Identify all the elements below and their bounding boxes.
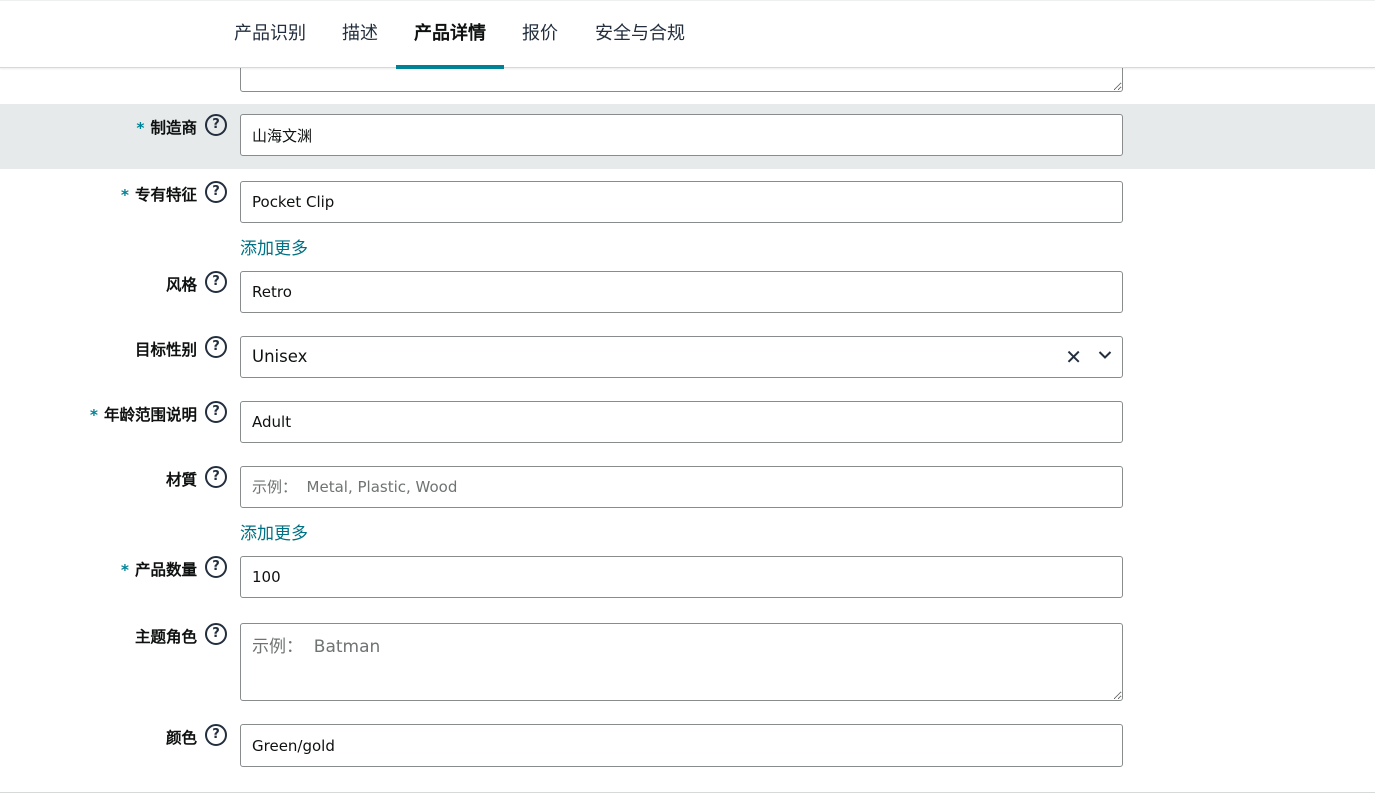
help-icon[interactable]: ? [205,271,227,293]
help-icon[interactable]: ? [205,401,227,423]
help-icon[interactable]: ? [205,623,227,645]
help-icon[interactable]: ? [205,181,227,203]
help-icon[interactable]: ? [205,114,227,136]
age-range-label: * 年龄范围说明 [89,406,197,424]
help-icon[interactable]: ? [205,556,227,578]
tab-product-identity[interactable]: 产品识别 [234,1,306,68]
required-marker: * [120,186,129,204]
theme-character-textarea[interactable] [240,623,1123,701]
target-gender-select[interactable]: Unisex ✕ [240,336,1123,378]
chevron-down-icon[interactable] [1098,350,1112,360]
tab-offer[interactable]: 报价 [522,1,558,68]
target-gender-selected-value: Unisex [252,347,308,366]
help-icon[interactable]: ? [205,724,227,746]
tab-product-details[interactable]: 产品详情 [396,1,504,69]
tab-safety-compliance[interactable]: 安全与合规 [595,1,685,68]
theme-character-label: 主题角色 [134,628,197,646]
tab-description[interactable]: 描述 [342,1,378,68]
material-label: 材質 [165,471,197,489]
item-quantity-label: * 产品数量 [120,561,197,579]
target-gender-label: 目标性别 [134,341,197,359]
help-icon[interactable]: ? [205,336,227,358]
required-marker: * [120,561,129,579]
color-label: 颜色 [165,729,197,747]
manufacturer-input[interactable] [240,114,1123,156]
style-label: 风格 [165,276,197,294]
style-input[interactable] [240,271,1123,313]
required-marker: * [136,119,145,137]
clear-icon[interactable]: ✕ [1065,337,1082,377]
color-input[interactable] [240,724,1123,767]
special-feature-input[interactable] [240,181,1123,223]
required-marker: * [89,406,98,424]
manufacturer-label: * 制造商 [136,119,197,137]
add-more-special-feature-link[interactable]: 添加更多 [240,234,308,259]
item-quantity-input[interactable] [240,556,1123,598]
section-divider [0,792,1375,793]
help-icon[interactable]: ? [205,466,227,488]
tab-bar: 产品识别 描述 产品详情 报价 安全与合规 [0,0,1375,69]
age-range-input[interactable] [240,401,1123,443]
add-more-material-link[interactable]: 添加更多 [240,519,308,544]
special-feature-label: * 专有特征 [120,186,197,204]
material-input[interactable] [240,466,1123,508]
